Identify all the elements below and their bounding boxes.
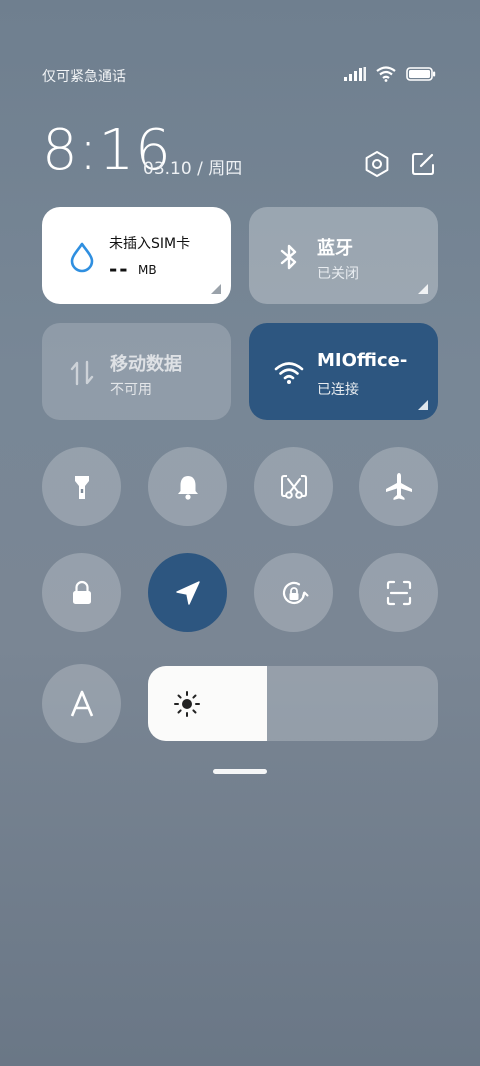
mobile-data-status: 不可用 xyxy=(110,382,152,398)
data-usage-tile[interactable]: 未插入SIM卡 -- MB xyxy=(42,207,231,304)
scan-frame-icon xyxy=(386,580,411,605)
mobile-data-title: 移动数据 xyxy=(110,354,182,375)
screenshot-scissors-icon xyxy=(280,474,307,499)
expand-corner-icon xyxy=(211,284,221,294)
bluetooth-tile[interactable]: 蓝牙 已关闭 xyxy=(249,207,438,304)
mobile-data-tile[interactable]: 移动数据 不可用 xyxy=(42,323,231,420)
status-carrier-text: 仅可紧急通话 xyxy=(42,69,126,85)
expand-corner-icon xyxy=(418,284,428,294)
settings-hexagon-icon xyxy=(365,151,389,177)
location-arrow-icon xyxy=(175,580,200,605)
flashlight-icon xyxy=(74,475,89,499)
letter-a-icon xyxy=(70,690,93,716)
scanner-toggle[interactable] xyxy=(359,553,438,632)
wifi-network-name: MIOffice- xyxy=(317,350,408,371)
rotation-lock-toggle[interactable] xyxy=(254,553,333,632)
airplane-mode-toggle[interactable] xyxy=(359,447,438,526)
home-indicator[interactable] xyxy=(213,769,267,774)
lock-icon xyxy=(72,580,91,604)
data-usage-value: -- xyxy=(109,257,130,281)
flashlight-toggle[interactable] xyxy=(42,447,121,526)
sim-status-title: 未插入SIM卡 xyxy=(109,236,191,252)
brightness-slider[interactable] xyxy=(148,666,438,741)
bluetooth-icon xyxy=(280,244,297,270)
date-text: 03.10 / 周四 xyxy=(143,159,243,179)
cellular-signal-icon xyxy=(344,67,366,81)
rotation-lock-icon xyxy=(282,581,308,604)
settings-button[interactable] xyxy=(362,149,392,179)
airplane-icon xyxy=(385,472,412,500)
ring-toggle[interactable] xyxy=(148,447,227,526)
mobile-data-arrows-icon xyxy=(70,360,94,386)
lock-screen-toggle[interactable] xyxy=(42,553,121,632)
status-icons xyxy=(344,66,436,82)
data-usage-unit: MB xyxy=(138,263,157,277)
wifi-icon xyxy=(274,362,304,384)
font-size-toggle[interactable] xyxy=(42,664,121,743)
battery-icon xyxy=(406,67,436,81)
expand-corner-icon xyxy=(418,400,428,410)
edit-icon xyxy=(412,153,434,175)
bell-icon xyxy=(177,475,198,500)
bluetooth-title: 蓝牙 xyxy=(317,238,353,259)
brightness-slider-fill xyxy=(148,666,267,741)
screenshot-toggle[interactable] xyxy=(254,447,333,526)
bluetooth-status: 已关闭 xyxy=(317,266,359,282)
wifi-tile[interactable]: MIOffice- 已连接 xyxy=(249,323,438,420)
sun-icon xyxy=(174,691,200,717)
wifi-status: 已连接 xyxy=(317,382,359,398)
wifi-status-icon xyxy=(376,66,396,82)
location-toggle[interactable] xyxy=(148,553,227,632)
water-drop-icon xyxy=(70,242,94,273)
edit-button[interactable] xyxy=(408,149,438,179)
